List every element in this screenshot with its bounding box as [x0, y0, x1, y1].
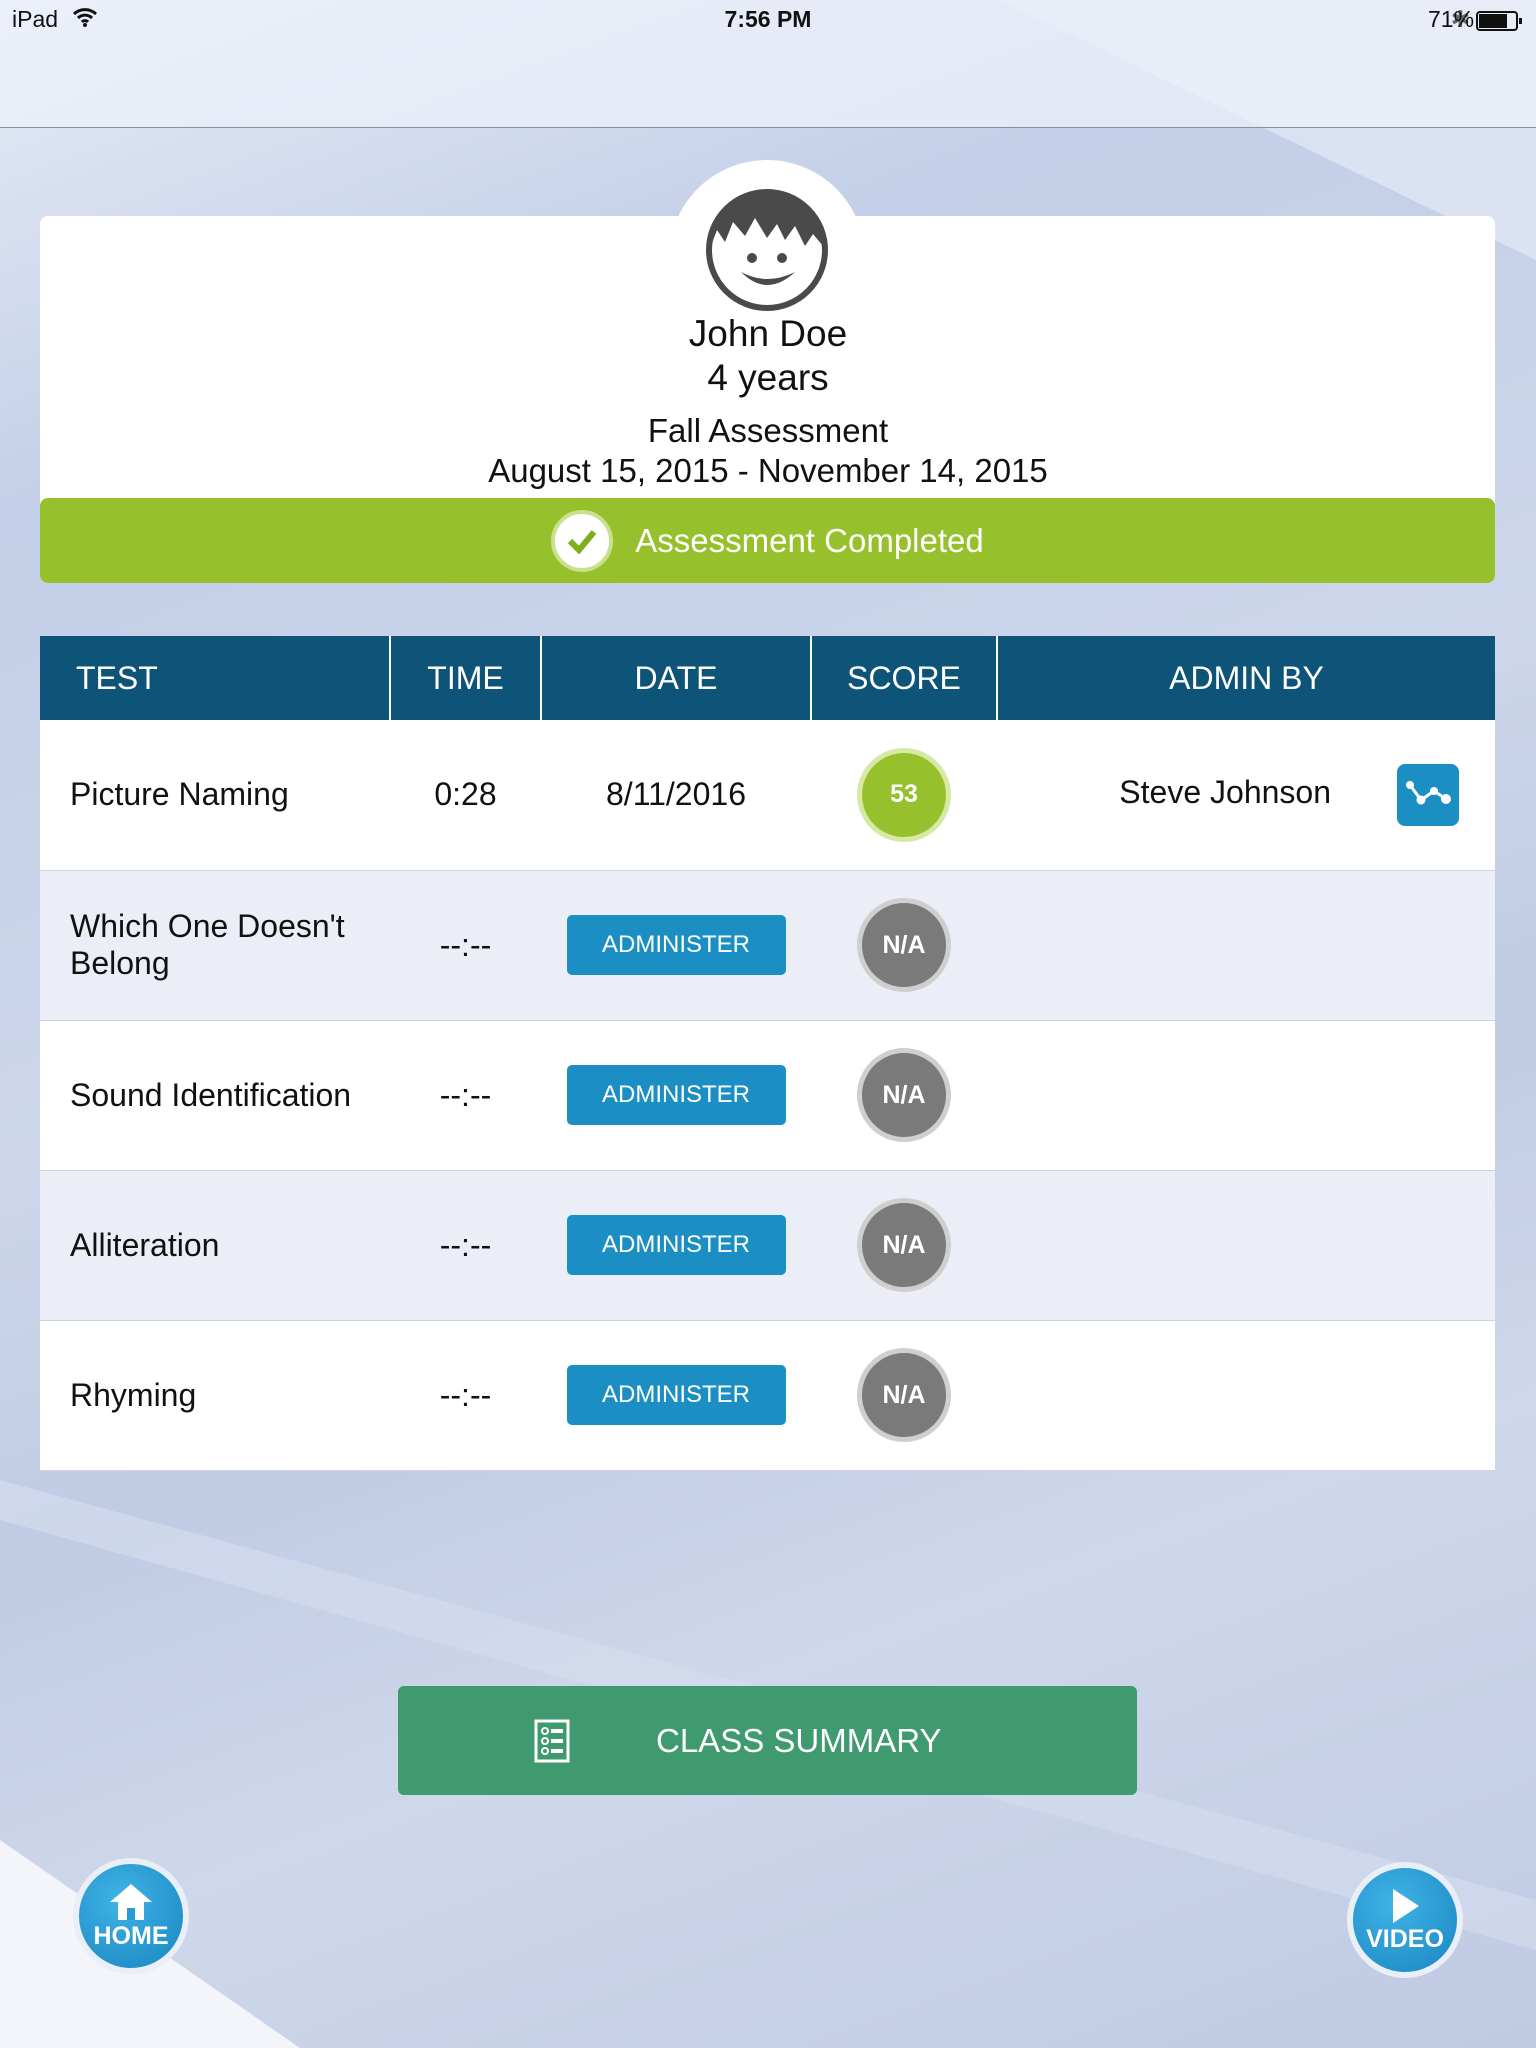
tests-table: TEST TIME DATE SCORE ADMIN BY Picture Na…	[40, 636, 1495, 1471]
clock: 7:56 PM	[724, 6, 812, 32]
table-row: Rhyming --:-- ADMINISTER N/A	[40, 1320, 1495, 1471]
test-name: Sound Identification	[40, 1020, 390, 1171]
table-row: Picture Naming 0:28 8/11/2016 53 Steve J…	[40, 720, 1495, 871]
progress-chart-button[interactable]	[1397, 763, 1459, 826]
score-badge: N/A	[857, 1348, 951, 1442]
battery-percent: 71%	[1428, 6, 1475, 32]
header-time: TIME	[390, 636, 542, 720]
score-badge: N/A	[857, 1048, 951, 1142]
test-name: Which One Doesn't Belong	[40, 870, 390, 1021]
student-age: 4 years	[707, 357, 829, 398]
play-icon	[1393, 1888, 1419, 1923]
home-label: HOME	[93, 1921, 169, 1950]
header-date: DATE	[541, 636, 812, 720]
admin-name: Steve Johnson	[1119, 774, 1331, 811]
line-chart-icon	[1406, 780, 1451, 805]
administer-button[interactable]: ADMINISTER	[566, 915, 786, 975]
assessment-name: Fall Assessment	[647, 412, 889, 449]
test-name: Picture Naming	[40, 720, 390, 871]
video-label: VIDEO	[1366, 1924, 1444, 1953]
header-admin-by: ADMIN BY	[997, 636, 1495, 720]
table-row: Which One Doesn't Belong --:-- ADMINISTE…	[40, 870, 1495, 1021]
table-row: Alliteration --:-- ADMINISTER N/A	[40, 1170, 1495, 1321]
student-name: John Doe	[688, 313, 848, 354]
score-badge: N/A	[857, 898, 951, 992]
status-text: Assessment Completed	[635, 521, 984, 559]
assessment-period: August 15, 2015 - November 14, 2015	[488, 452, 1048, 489]
assessment-status-banner: Assessment Completed	[40, 498, 1495, 583]
test-time: --:--	[390, 1320, 541, 1471]
score-badge: 53	[857, 747, 951, 842]
header-test: TEST	[40, 636, 391, 720]
list-icon	[534, 1719, 570, 1762]
check-icon	[551, 509, 614, 572]
test-time: --:--	[390, 870, 541, 1021]
administer-button[interactable]: ADMINISTER	[566, 1365, 786, 1425]
administer-button[interactable]: ADMINISTER	[566, 1065, 786, 1125]
test-time: --:--	[390, 1020, 541, 1171]
test-time: 0:28	[390, 720, 541, 871]
avatar-icon	[706, 189, 828, 311]
table-row: Sound Identification --:-- ADMINISTER N/…	[40, 1020, 1495, 1171]
test-time: --:--	[390, 1170, 541, 1321]
home-button[interactable]: HOME	[73, 1858, 189, 1974]
class-summary-label: CLASS SUMMARY	[656, 1721, 942, 1759]
table-header: TEST TIME DATE SCORE ADMIN BY	[40, 636, 1495, 720]
test-name: Alliteration	[40, 1170, 390, 1321]
status-bar: iPad 7:56 PM ✱ 71%	[0, 0, 1536, 128]
home-icon	[110, 1883, 152, 1920]
test-name: Rhyming	[40, 1320, 390, 1471]
video-button[interactable]: VIDEO	[1347, 1862, 1463, 1978]
administer-button[interactable]: ADMINISTER	[566, 1215, 786, 1275]
score-badge: N/A	[857, 1198, 951, 1292]
battery-icon	[1476, 10, 1524, 37]
header-score: SCORE	[811, 636, 998, 720]
class-summary-button[interactable]: CLASS SUMMARY	[398, 1686, 1137, 1795]
test-date: 8/11/2016	[541, 720, 811, 871]
